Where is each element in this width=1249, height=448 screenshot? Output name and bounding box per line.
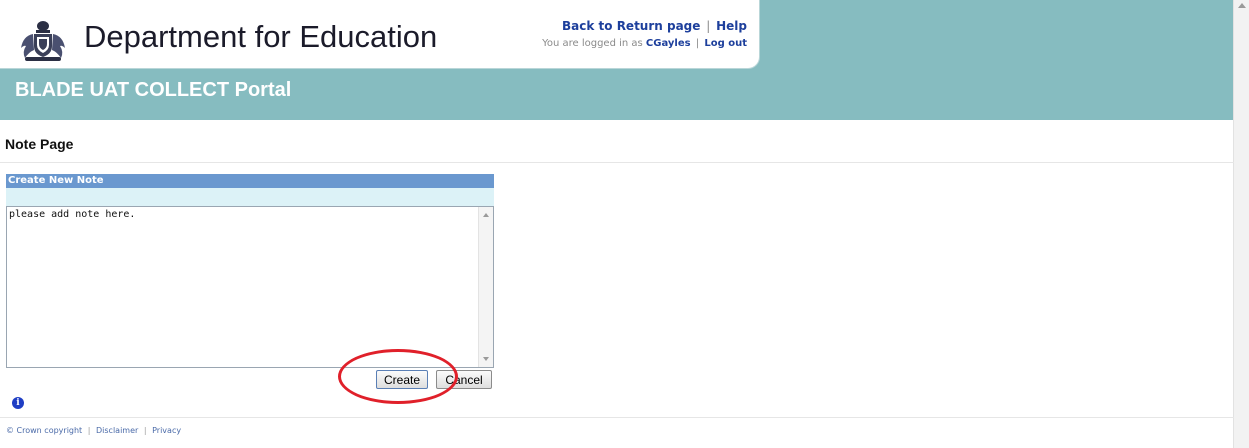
page-scrollbar[interactable] <box>1233 0 1249 448</box>
logout-link[interactable]: Log out <box>704 38 747 49</box>
panel-title: Create New Note <box>6 174 494 188</box>
note-textarea[interactable]: please add note here. <box>7 207 479 369</box>
note-textarea-container: please add note here. <box>6 206 494 369</box>
link-separator: | <box>695 38 700 49</box>
copyright-text: © Crown copyright <box>6 426 83 435</box>
link-separator: | <box>706 19 711 33</box>
login-status: You are logged in as CGayles | Log out <box>542 35 747 53</box>
create-button[interactable]: Create <box>376 370 428 389</box>
page-heading: Note Page <box>5 136 74 152</box>
footer: © Crown copyright | Disclaimer | Privacy <box>6 426 181 435</box>
footer-divider <box>0 417 1234 418</box>
help-link[interactable]: Help <box>716 19 747 33</box>
back-to-return-link[interactable]: Back to Return page <box>562 19 700 33</box>
site-header: Department for Education Back to Return … <box>0 0 1234 120</box>
privacy-link[interactable]: Privacy <box>152 426 181 435</box>
scroll-up-arrow-icon[interactable] <box>483 213 489 217</box>
logged-in-prefix: You are logged in as <box>542 38 643 49</box>
logo-panel: Department for Education Back to Return … <box>0 0 760 69</box>
cancel-button[interactable]: Cancel <box>436 370 492 389</box>
divider <box>0 162 1234 163</box>
create-note-panel: Create New Note please add note here. <box>6 174 494 369</box>
note-scrollbar[interactable] <box>478 207 493 367</box>
scroll-down-arrow-icon[interactable] <box>483 357 489 361</box>
username: CGayles <box>645 38 691 49</box>
footer-separator: | <box>87 426 91 435</box>
disclaimer-link[interactable]: Disclaimer <box>96 426 138 435</box>
footer-separator: | <box>143 426 147 435</box>
department-title: Department for Education <box>84 19 438 54</box>
portal-title: BLADE UAT COLLECT Portal <box>15 79 292 101</box>
royal-coat-of-arms-icon <box>21 21 65 61</box>
scroll-up-arrow-icon[interactable] <box>1238 3 1246 8</box>
top-links: Back to Return page | Help You are logge… <box>542 17 747 53</box>
info-icon[interactable]: i <box>12 397 24 409</box>
panel-subbar <box>6 188 494 206</box>
